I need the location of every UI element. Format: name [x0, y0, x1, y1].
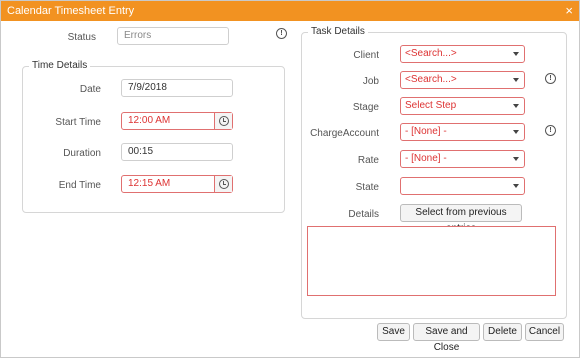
charge-account-value: - [None] -: [405, 126, 447, 137]
rate-value: - [None] -: [405, 153, 447, 164]
state-select[interactable]: [400, 177, 525, 195]
end-time-picker-button[interactable]: [214, 176, 232, 192]
job-info-icon[interactable]: !: [545, 73, 556, 84]
stage-value: Select Step: [405, 100, 457, 111]
state-label: State: [355, 182, 379, 193]
clock-icon: [219, 116, 229, 126]
chevron-down-icon: [513, 184, 519, 188]
start-time-input[interactable]: 12:00 AM: [121, 112, 233, 130]
charge-account-label: ChargeAccount: [310, 128, 379, 139]
charge-account-info-icon[interactable]: !: [545, 125, 556, 136]
save-button[interactable]: Save: [377, 323, 410, 341]
date-input[interactable]: 7/9/2018: [121, 79, 233, 97]
cancel-button[interactable]: Cancel: [525, 323, 564, 341]
save-and-close-button[interactable]: Save and Close: [413, 323, 480, 353]
end-time-value: 12:15 AM: [128, 178, 171, 189]
rate-label: Rate: [357, 155, 379, 166]
close-icon[interactable]: ×: [565, 3, 573, 18]
title-bar: Calendar Timesheet Entry ×: [1, 1, 579, 21]
status-label: Status: [67, 32, 96, 43]
start-time-value: 12:00 AM: [128, 115, 171, 126]
stage-label: Stage: [352, 102, 379, 113]
clock-icon: [219, 179, 229, 189]
task-details-legend: Task Details: [308, 26, 368, 37]
select-previous-entries-button[interactable]: Select from previous entries: [400, 204, 522, 234]
chevron-down-icon: [513, 52, 519, 56]
end-time-label: End Time: [58, 180, 101, 191]
duration-input[interactable]: 00:15: [121, 143, 233, 161]
job-select[interactable]: <Search...>: [400, 71, 525, 89]
details-textarea[interactable]: [307, 226, 556, 296]
delete-button[interactable]: Delete: [483, 323, 522, 341]
rate-select[interactable]: - [None] -: [400, 150, 525, 168]
chevron-down-icon: [513, 157, 519, 161]
job-label: Job: [362, 76, 379, 87]
status-info-icon[interactable]: !: [276, 28, 287, 39]
chevron-down-icon: [513, 78, 519, 82]
end-time-input[interactable]: 12:15 AM: [121, 175, 233, 193]
details-label: Details: [348, 209, 379, 220]
time-details-legend: Time Details: [29, 60, 91, 71]
client-select[interactable]: <Search...>: [400, 45, 525, 63]
duration-label: Duration: [63, 148, 101, 159]
start-time-label: Start Time: [55, 117, 101, 128]
start-time-picker-button[interactable]: [214, 113, 232, 129]
charge-account-select[interactable]: - [None] -: [400, 123, 525, 141]
chevron-down-icon: [513, 104, 519, 108]
dialog-title: Calendar Timesheet Entry: [7, 5, 135, 17]
stage-select[interactable]: Select Step: [400, 97, 525, 115]
job-value: <Search...>: [405, 74, 457, 85]
date-label: Date: [79, 84, 101, 95]
client-value: <Search...>: [405, 48, 457, 59]
chevron-down-icon: [513, 130, 519, 134]
client-label: Client: [353, 50, 379, 61]
timesheet-dialog: Calendar Timesheet Entry × Status Errors…: [0, 0, 580, 358]
status-field: Errors: [117, 27, 229, 45]
